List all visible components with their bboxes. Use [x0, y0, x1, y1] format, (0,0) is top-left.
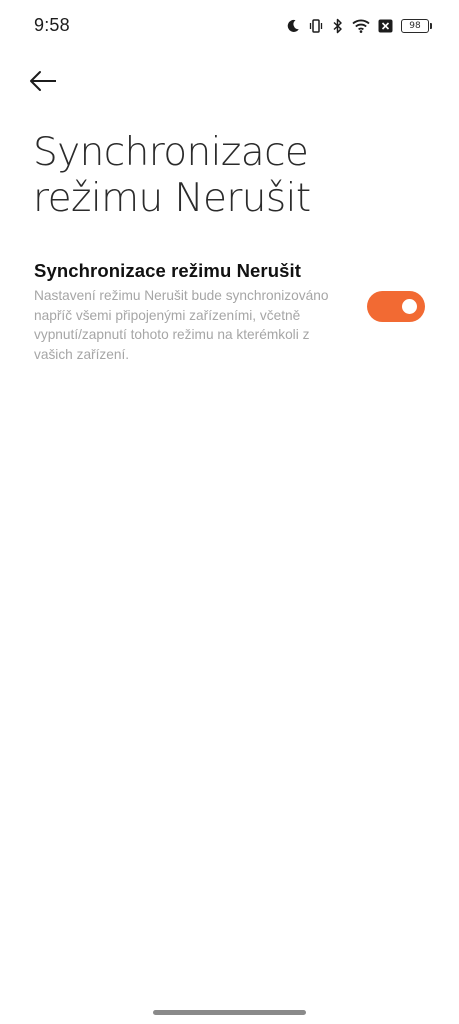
setting-title: Synchronizace režimu Nerušit: [34, 260, 302, 281]
status-bar: 9:58 98: [0, 0, 459, 52]
setting-row-dnd-sync[interactable]: Synchronizace režimu Nerušit Nastavení r…: [0, 256, 459, 366]
toggle-knob: [402, 299, 417, 314]
status-time: 9:58: [34, 15, 70, 35]
bluetooth-icon: [332, 18, 344, 34]
moon-icon: [286, 19, 300, 33]
battery-icon: 98: [401, 19, 432, 33]
vibrate-icon: [308, 18, 324, 34]
battery-level: 98: [409, 21, 421, 31]
page-title: Synchronizace režimu Nerušit: [33, 130, 311, 221]
status-icons: 98: [286, 16, 432, 36]
back-button[interactable]: [28, 64, 72, 102]
home-indicator[interactable]: [153, 1010, 306, 1015]
screen: 9:58 98 Synchronizace režimu Nerušit Syn…: [0, 0, 459, 1024]
arrow-left-icon: [28, 69, 58, 98]
setting-description: Nastavení režimu Nerušit bude synchroniz…: [34, 288, 329, 362]
dnd-sync-toggle[interactable]: [367, 291, 425, 322]
wifi-icon: [352, 19, 370, 33]
no-sim-icon: [378, 19, 393, 33]
